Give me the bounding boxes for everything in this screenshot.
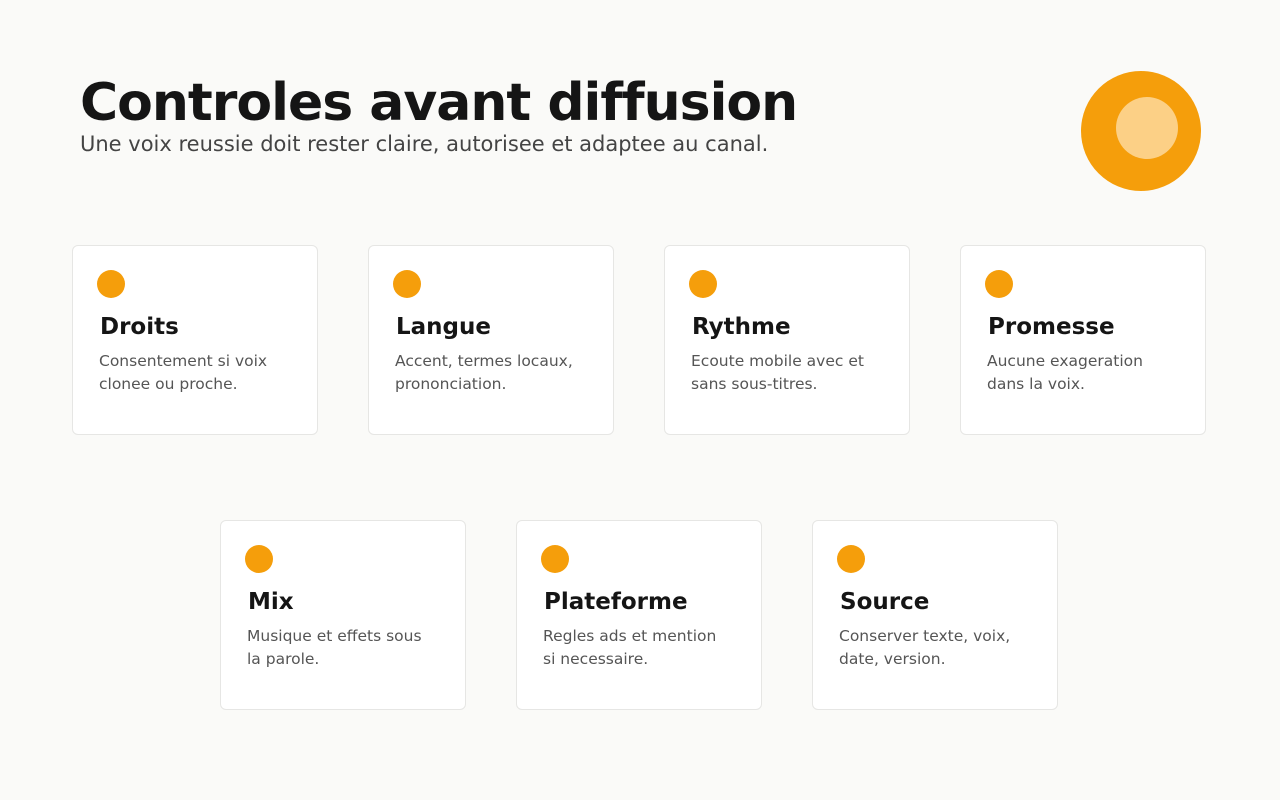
page-header: Controles avant diffusion Une voix reuss… [80,72,980,156]
card-title: Rythme [692,314,791,340]
card-title: Mix [248,589,294,615]
bullet-dot-icon [689,270,717,298]
card-title: Droits [100,314,179,340]
checklist-card-plateforme: Plateforme Regles ads et mention si nece… [516,520,762,710]
card-title: Langue [396,314,491,340]
circle-logo-icon [1081,71,1201,191]
card-description: Ecoute mobile avec et sans sous-titres. [691,352,864,393]
card-description: Regles ads et mention si necessaire. [543,627,717,668]
bullet-dot-icon [541,545,569,573]
card-description: Accent, termes locaux, prononciation. [395,352,573,393]
card-description: Musique et effets sous la parole. [247,627,422,668]
bullet-dot-icon [837,545,865,573]
bullet-dot-icon [393,270,421,298]
bullet-dot-icon [245,545,273,573]
checklist-card-langue: Langue Accent, termes locaux, prononciat… [368,245,614,435]
checklist-card-droits: Droits Consentement si voix clonee ou pr… [72,245,318,435]
card-title: Plateforme [544,589,688,615]
card-description: Aucune exageration dans la voix. [987,352,1143,393]
circle-logo-inner-icon [1116,97,1178,159]
card-title: Promesse [988,314,1115,340]
page-title: Controles avant diffusion [80,73,798,133]
bullet-dot-icon [97,270,125,298]
checklist-card-source: Source Conserver texte, voix, date, vers… [812,520,1058,710]
card-description: Consentement si voix clonee ou proche. [99,352,268,393]
checklist-card-rythme: Rythme Ecoute mobile avec et sans sous-t… [664,245,910,435]
card-title: Source [840,589,930,615]
checklist-card-mix: Mix Musique et effets sous la parole. [220,520,466,710]
card-description: Conserver texte, voix, date, version. [839,627,1011,668]
checklist-card-promesse: Promesse Aucune exageration dans la voix… [960,245,1206,435]
bullet-dot-icon [985,270,1013,298]
page-subtitle: Une voix reussie doit rester claire, aut… [80,132,769,156]
